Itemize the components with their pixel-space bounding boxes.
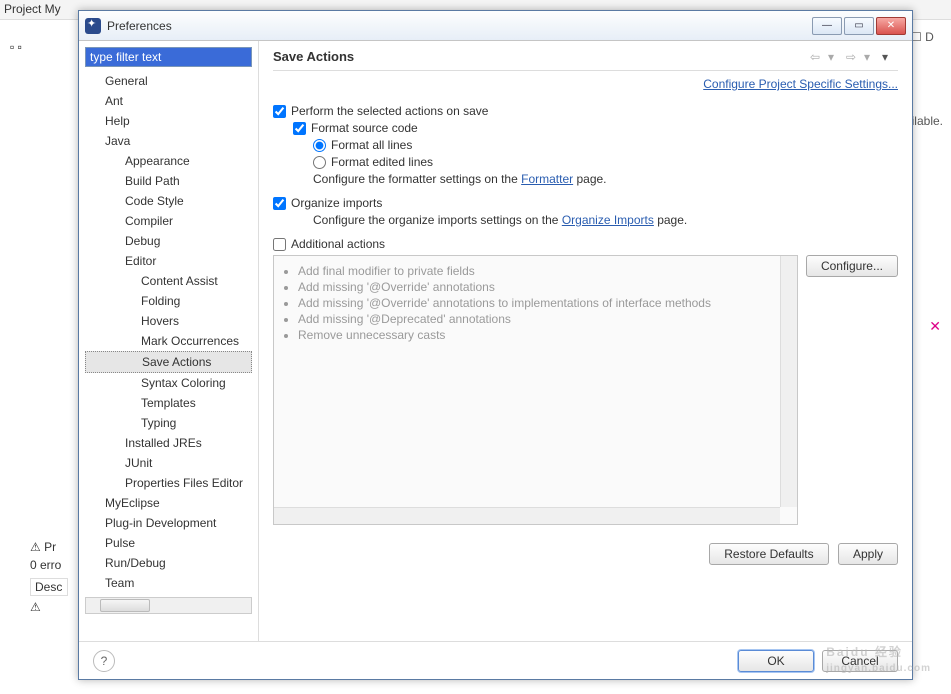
tree-item-save-actions[interactable]: Save Actions	[85, 351, 252, 373]
view-menu-icon[interactable]: ▾	[882, 50, 896, 64]
tree-hscrollbar[interactable]	[85, 597, 252, 614]
ok-button[interactable]: OK	[738, 650, 814, 672]
configure-button[interactable]: Configure...	[806, 255, 898, 277]
tree-item-run-debug[interactable]: Run/Debug	[85, 553, 252, 573]
organize-checkbox[interactable]	[273, 197, 286, 210]
tree-item-code-style[interactable]: Code Style	[85, 191, 252, 211]
dialog-title: Preferences	[107, 19, 812, 33]
organize-imports-link[interactable]: Organize Imports	[562, 213, 654, 227]
app-icon	[85, 18, 101, 34]
maximize-button[interactable]: ▭	[844, 17, 874, 35]
tree-item-myeclipse[interactable]: MyEclipse	[85, 493, 252, 513]
tree-item-help[interactable]: Help	[85, 111, 252, 131]
apply-button[interactable]: Apply	[838, 543, 898, 565]
tree-item-build-path[interactable]: Build Path	[85, 171, 252, 191]
close-button[interactable]: ✕	[876, 17, 906, 35]
list-item: Add missing '@Override' annotations to i…	[298, 296, 787, 310]
list-item: Remove unnecessary casts	[298, 328, 787, 342]
additional-checkbox[interactable]	[273, 238, 286, 251]
project-settings-link[interactable]: Configure Project Specific Settings...	[703, 77, 898, 91]
perform-checkbox[interactable]	[273, 105, 286, 118]
tree-item-folding[interactable]: Folding	[85, 291, 252, 311]
tree-item-debug[interactable]: Debug	[85, 231, 252, 251]
tree-item-java[interactable]: Java	[85, 131, 252, 151]
tree-item-junit[interactable]: JUnit	[85, 453, 252, 473]
perform-label: Perform the selected actions on save	[291, 104, 488, 118]
forward-icon[interactable]: ⇨	[846, 50, 860, 64]
organize-note: Configure the organize imports settings …	[313, 213, 898, 227]
page-title: Save Actions	[273, 49, 808, 64]
bg-errors-count: 0 erro	[30, 558, 68, 572]
format-label: Format source code	[311, 121, 418, 135]
preference-tree[interactable]: GeneralAntHelpJavaAppearanceBuild PathCo…	[85, 71, 252, 593]
tree-item-hovers[interactable]: Hovers	[85, 311, 252, 331]
titlebar[interactable]: Preferences — ▭ ✕	[79, 11, 912, 41]
bg-toolbar-fragment: ▫ ▫	[10, 40, 22, 54]
actions-vscrollbar[interactable]	[780, 256, 797, 507]
additional-label: Additional actions	[291, 237, 385, 251]
tree-item-plug-in-development[interactable]: Plug-in Development	[85, 513, 252, 533]
forward-menu-icon[interactable]: ▾	[864, 50, 878, 64]
tree-item-syntax-coloring[interactable]: Syntax Coloring	[85, 373, 252, 393]
actions-hscrollbar[interactable]	[274, 507, 780, 524]
help-button[interactable]: ?	[93, 650, 115, 672]
tree-item-mark-occurrences[interactable]: Mark Occurrences	[85, 331, 252, 351]
formatter-note: Configure the formatter settings on the …	[313, 172, 898, 186]
tree-item-general[interactable]: General	[85, 71, 252, 91]
bg-right-fragment: ☐ D ilable. ✕	[911, 30, 951, 44]
tree-pane: GeneralAntHelpJavaAppearanceBuild PathCo…	[79, 41, 259, 641]
tree-item-editor[interactable]: Editor	[85, 251, 252, 271]
tree-item-compiler[interactable]: Compiler	[85, 211, 252, 231]
tree-item-content-assist[interactable]: Content Assist	[85, 271, 252, 291]
cancel-button[interactable]: Cancel	[822, 650, 898, 672]
format-all-label: Format all lines	[331, 138, 412, 152]
tree-item-templates[interactable]: Templates	[85, 393, 252, 413]
additional-actions-list: Add final modifier to private fields Add …	[273, 255, 798, 525]
bg-desc-col: Desc	[30, 578, 68, 596]
tree-item-properties-files-editor[interactable]: Properties Files Editor	[85, 473, 252, 493]
list-item: Add missing '@Deprecated' annotations	[298, 312, 787, 326]
bg-problems-tab: Pr	[44, 540, 56, 554]
bg-ilable: ilable.	[912, 114, 943, 128]
tree-item-ant[interactable]: Ant	[85, 91, 252, 111]
formatter-link[interactable]: Formatter	[521, 172, 573, 186]
format-edited-radio[interactable]	[313, 156, 326, 169]
filter-input[interactable]	[85, 47, 252, 67]
tree-item-team[interactable]: Team	[85, 573, 252, 593]
list-item: Add missing '@Override' annotations	[298, 280, 787, 294]
restore-defaults-button[interactable]: Restore Defaults	[709, 543, 828, 565]
format-checkbox[interactable]	[293, 122, 306, 135]
content-pane: Save Actions ⇦ ▾ ⇨ ▾ ▾ Configure Project S…	[259, 41, 912, 641]
format-all-radio[interactable]	[313, 139, 326, 152]
organize-label: Organize imports	[291, 196, 382, 210]
tree-item-installed-jres[interactable]: Installed JREs	[85, 433, 252, 453]
back-menu-icon[interactable]: ▾	[828, 50, 842, 64]
back-icon[interactable]: ⇦	[810, 50, 824, 64]
bg-problems-view: ⚠ Pr 0 erro Desc ⚠	[30, 540, 68, 614]
minimize-button[interactable]: —	[812, 17, 842, 35]
preferences-dialog: Preferences — ▭ ✕ GeneralAntHelpJavaAppe…	[78, 10, 913, 680]
list-item: Add final modifier to private fields	[298, 264, 787, 278]
tree-item-pulse[interactable]: Pulse	[85, 533, 252, 553]
tree-item-appearance[interactable]: Appearance	[85, 151, 252, 171]
bg-close-x-icon: ✕	[929, 318, 941, 335]
tree-item-typing[interactable]: Typing	[85, 413, 252, 433]
format-edited-label: Format edited lines	[331, 155, 433, 169]
